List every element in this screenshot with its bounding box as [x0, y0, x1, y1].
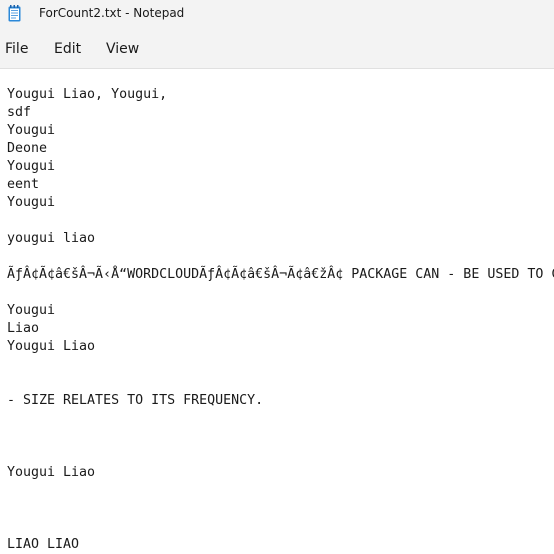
text-editor[interactable]: Yougui Liao, Yougui, sdf Yougui Deone Yo… — [0, 69, 554, 554]
notepad-icon — [8, 5, 21, 22]
title-bar: ForCount2.txt - Notepad — [0, 0, 554, 28]
menu-view[interactable]: View — [106, 41, 139, 57]
menu-bar: File Edit View — [0, 28, 554, 69]
menu-file[interactable]: File — [5, 41, 28, 57]
window-title: ForCount2.txt - Notepad — [39, 6, 185, 20]
editor-content[interactable]: Yougui Liao, Yougui, sdf Yougui Deone Yo… — [7, 86, 554, 554]
menu-edit[interactable]: Edit — [54, 41, 81, 57]
